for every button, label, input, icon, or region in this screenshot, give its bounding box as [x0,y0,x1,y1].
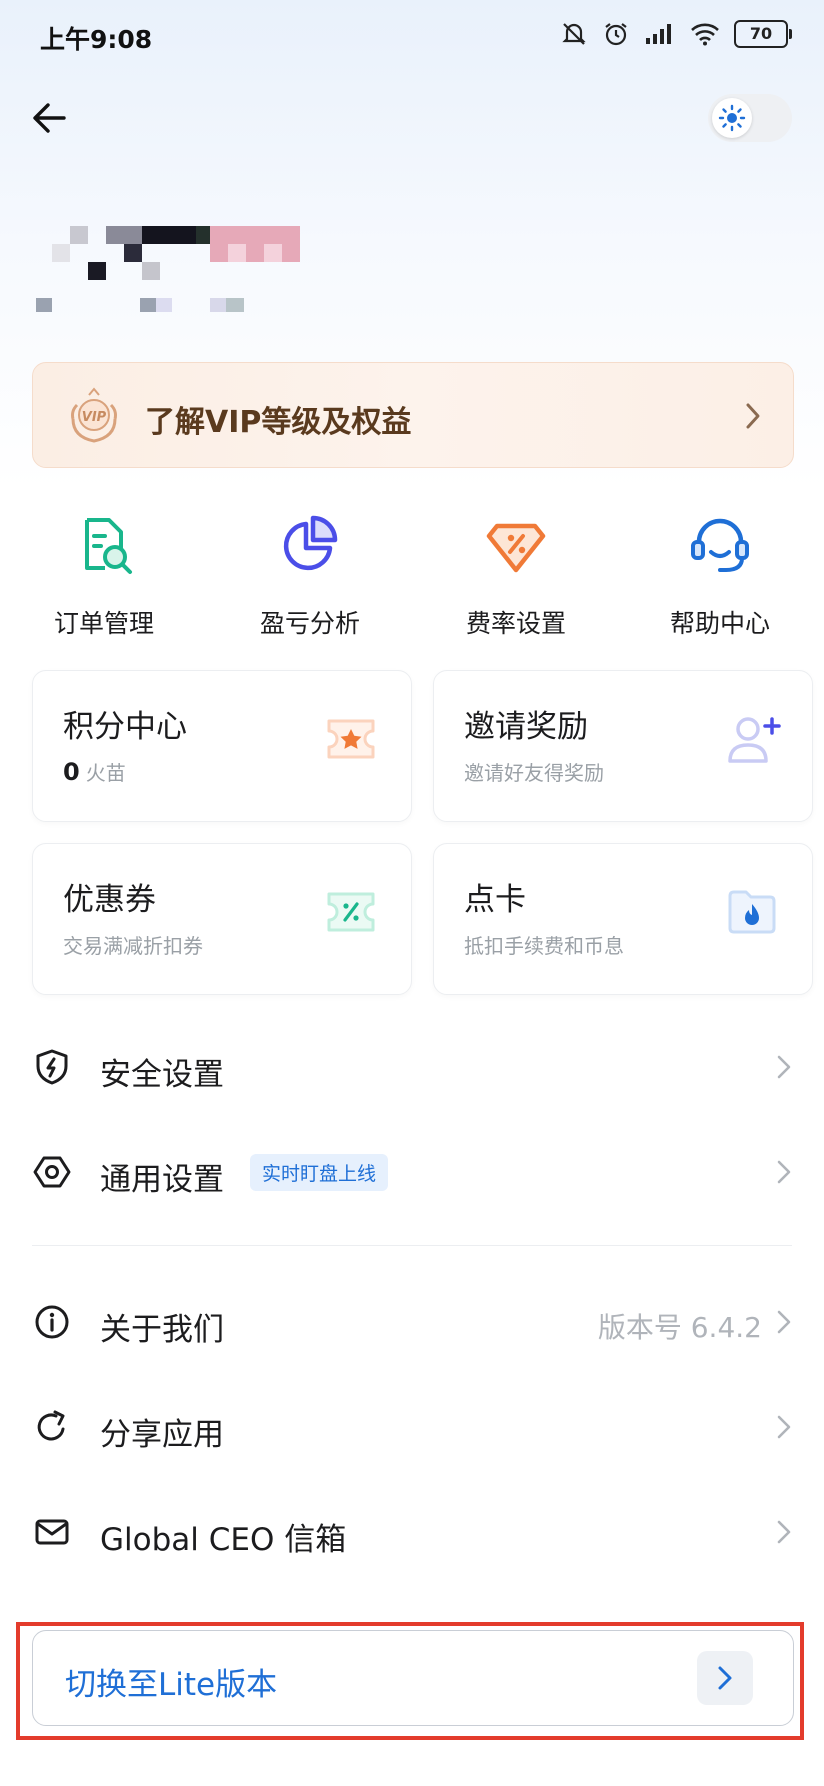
row-about-us[interactable]: 关于我们 版本号 6.4.2 [32,1286,792,1358]
svg-text:VIP: VIP [82,410,107,425]
row-security-settings[interactable]: 安全设置 [32,1031,792,1103]
row-label: 分享应用 [100,1417,224,1453]
mute-bell-icon [562,23,586,45]
row-general-settings[interactable]: 通用设置 实时盯盘上线 [32,1136,792,1208]
row-label: 安全设置 [100,1057,224,1093]
info-icon [35,1305,69,1339]
card-title: 积分中心 [63,709,187,745]
back-button[interactable] [28,96,72,140]
hexagon-settings-icon [33,1156,71,1188]
theme-toggle-knob [712,98,752,138]
quick-label-fees: 费率设置 [465,609,566,638]
points-unit: 火苗 [85,761,126,785]
mail-icon [35,1519,69,1545]
app-version: 版本号 6.4.2 [597,1311,762,1344]
quick-order-management[interactable]: 订单管理 [4,510,204,640]
quick-label-pnl: 盈亏分析 [259,609,360,638]
point-card-icon [728,890,776,934]
card-invite-rewards[interactable]: 邀请奖励 邀请好友得奖励 [433,670,813,822]
row-share-app[interactable]: 分享应用 [32,1391,792,1463]
vip-badge-icon: VIP [71,387,117,443]
pie-chart-icon [283,515,338,571]
row-label: 关于我们 [100,1312,224,1348]
card-title: 优惠券 [63,882,156,918]
chevron-right-icon [746,403,760,429]
order-search-icon [85,518,132,574]
status-bar: 上午9:08 70 [0,0,824,74]
switch-to-lite-button[interactable]: 切换至Lite版本 [32,1630,794,1726]
status-icons: 70 [560,20,792,48]
quick-label-help: 帮助中心 [669,609,770,638]
row-label: Global CEO 信箱 [100,1522,347,1558]
vip-label: 了解VIP等级及权益 [145,405,412,440]
chevron-right-icon [718,1666,732,1690]
theme-toggle[interactable] [708,94,792,142]
card-title: 邀请奖励 [464,709,588,745]
chevron-right-icon [777,1160,791,1184]
chevron-right-icon [777,1310,791,1334]
vip-banner[interactable]: VIP 了解VIP等级及权益 [32,362,794,468]
quick-fee-settings[interactable]: 费率设置 [416,510,616,640]
status-time: 上午9:08 [40,25,153,54]
quick-label-orders: 订单管理 [53,609,154,638]
row-label: 通用设置 [100,1162,224,1198]
coupon-icon [327,892,375,932]
add-user-icon [728,717,781,763]
quick-pnl-analysis[interactable]: 盈亏分析 [210,510,410,640]
shield-icon [36,1049,68,1085]
share-icon [37,1410,65,1441]
discount-tag-icon [486,523,546,573]
row-ceo-mailbox[interactable]: Global CEO 信箱 [32,1496,792,1568]
lite-arrow-button[interactable] [697,1651,753,1705]
alarm-icon [605,23,627,46]
sun-icon [718,104,746,132]
back-arrow-icon [33,103,66,133]
card-subtitle: 交易满减折扣券 [63,934,203,958]
card-points-center[interactable]: 积分中心 0 火苗 [32,670,412,822]
profile-name-blurred [36,226,306,316]
section-divider [32,1245,792,1246]
new-feature-tag: 实时盯盘上线 [250,1154,389,1191]
card-coupons[interactable]: 优惠券 交易满减折扣券 [32,843,412,995]
star-ticket-icon [327,719,375,759]
card-subtitle: 邀请好友得奖励 [464,761,604,785]
chevron-right-icon [777,1520,791,1544]
chevron-right-icon [777,1055,791,1079]
headset-icon [691,518,749,572]
lite-label: 切换至Lite版本 [65,1667,278,1703]
battery-indicator: 70 [734,20,792,48]
quick-help-center[interactable]: 帮助中心 [620,510,820,640]
signal-icon [646,24,671,44]
card-point-card[interactable]: 点卡 抵扣手续费和币息 [433,843,813,995]
wifi-icon [691,23,719,46]
chevron-right-icon [777,1415,791,1439]
card-title: 点卡 [464,882,526,918]
card-subtitle: 抵扣手续费和币息 [464,934,624,958]
points-number: 0 [63,758,80,786]
card-points-value: 0 火苗 [63,757,126,786]
